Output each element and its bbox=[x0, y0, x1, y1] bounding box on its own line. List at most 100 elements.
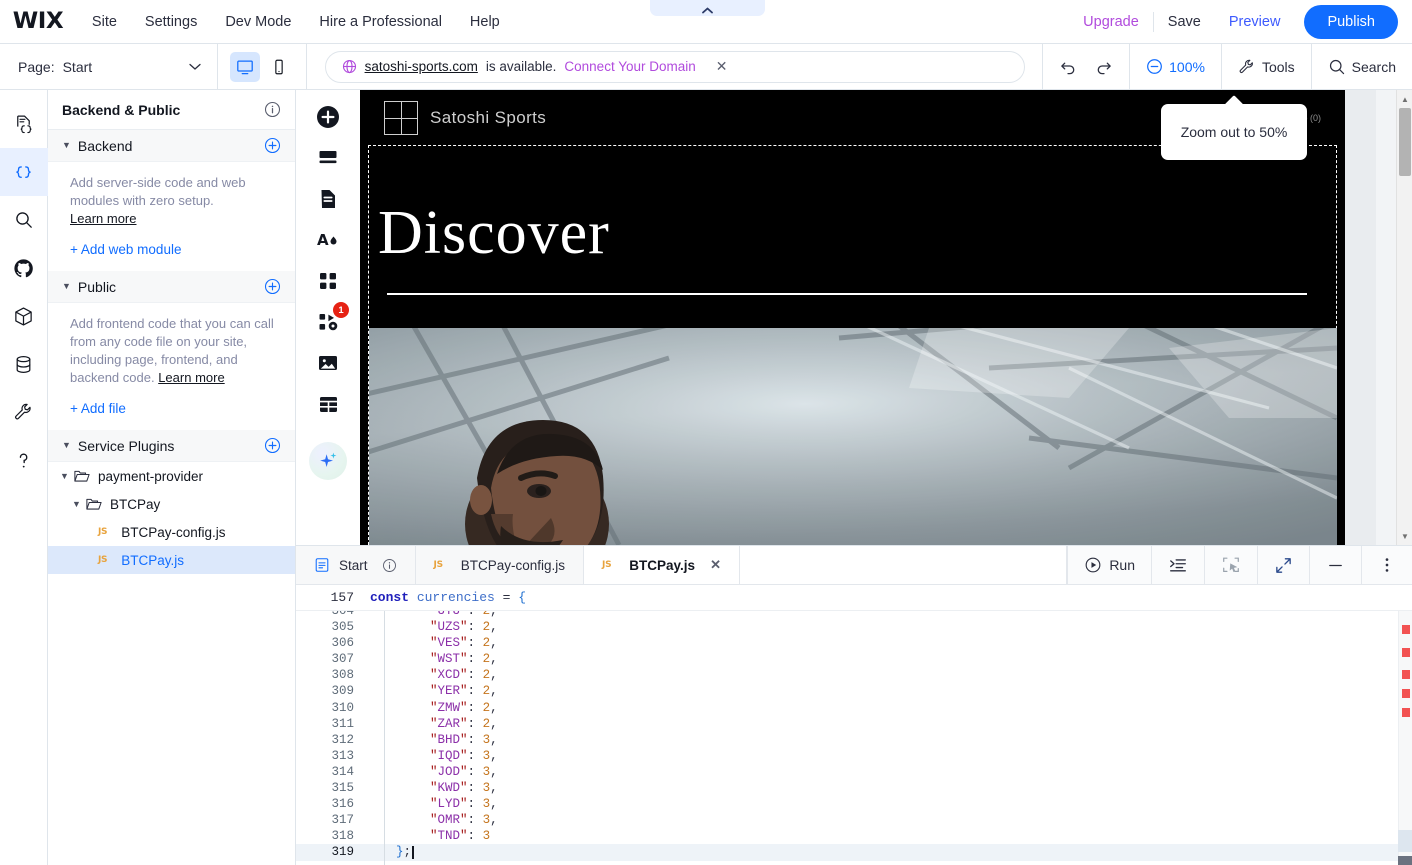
code-line[interactable]: 314"JOD": 3, bbox=[296, 764, 1412, 780]
undo-icon[interactable] bbox=[1059, 57, 1078, 76]
cms-button[interactable] bbox=[311, 387, 345, 421]
code-line[interactable]: 316"LYD": 3, bbox=[296, 796, 1412, 812]
nav-item-help[interactable]: Help bbox=[470, 14, 500, 30]
upgrade-button[interactable]: Upgrade bbox=[1069, 14, 1153, 30]
error-marker[interactable] bbox=[1402, 689, 1410, 698]
save-button[interactable]: Save bbox=[1154, 14, 1215, 30]
page-selector[interactable]: Page: Start bbox=[0, 44, 218, 90]
code-line[interactable]: 306"VES": 2, bbox=[296, 635, 1412, 651]
nav-item-hire-a-professional[interactable]: Hire a Professional bbox=[319, 14, 442, 30]
code-line[interactable]: 310"ZMW": 2, bbox=[296, 700, 1412, 716]
code-line[interactable]: 317"OMR": 3, bbox=[296, 812, 1412, 828]
info-icon[interactable] bbox=[264, 101, 281, 118]
code-line[interactable]: 305"UZS": 2, bbox=[296, 619, 1412, 635]
code-line[interactable]: 309"YER": 2, bbox=[296, 683, 1412, 699]
code-line[interactable]: 315"KWD": 3, bbox=[296, 780, 1412, 796]
code-line[interactable]: 318"TND": 3 bbox=[296, 828, 1412, 844]
section-header-public[interactable]: ▼ Public bbox=[48, 271, 295, 303]
add-backend-button[interactable] bbox=[264, 137, 281, 154]
error-marker[interactable] bbox=[1402, 648, 1410, 657]
error-marker[interactable] bbox=[1402, 708, 1410, 717]
section-header-service-plugins[interactable]: ▼ Service Plugins bbox=[48, 430, 295, 462]
scroll-up-icon[interactable]: ▲ bbox=[1397, 91, 1412, 107]
wix-logo[interactable]: WIX bbox=[13, 9, 63, 34]
hero-image[interactable] bbox=[369, 328, 1337, 545]
redo-icon[interactable] bbox=[1094, 57, 1113, 76]
format-code-button[interactable] bbox=[1151, 546, 1204, 584]
canvas-scroll-thumb[interactable] bbox=[1399, 108, 1411, 176]
code-content[interactable]: 304"UYU": 2,305"UZS": 2,306"VES": 2,307"… bbox=[296, 611, 1412, 865]
code-line[interactable]: 312"BHD": 3, bbox=[296, 732, 1412, 748]
editor-toolbar: Page: Start satoshi-sports.com is availa… bbox=[0, 44, 1412, 90]
add-file-link[interactable]: + Add file bbox=[70, 401, 277, 416]
code-text: "ZMW": 2, bbox=[384, 700, 498, 716]
error-marker[interactable] bbox=[1402, 625, 1410, 634]
domain-name[interactable]: satoshi-sports.com bbox=[365, 59, 478, 74]
tab-btcpay-config-js[interactable]: JS BTCPay-config.js bbox=[416, 546, 585, 584]
site-design-button[interactable]: A bbox=[311, 223, 345, 257]
desktop-view-button[interactable] bbox=[230, 52, 260, 82]
info-icon[interactable] bbox=[382, 558, 397, 573]
nav-item-dev-mode[interactable]: Dev Mode bbox=[225, 14, 291, 30]
add-element-button[interactable] bbox=[311, 100, 345, 134]
collapse-toolbar-pill[interactable] bbox=[650, 0, 765, 16]
expand-editor-button[interactable] bbox=[1257, 546, 1309, 584]
rail-item-database[interactable] bbox=[0, 340, 48, 388]
media-button[interactable] bbox=[311, 346, 345, 380]
line-number: 313 bbox=[296, 748, 370, 764]
overview-ruler[interactable] bbox=[1398, 611, 1412, 865]
rail-item-code-file[interactable] bbox=[0, 100, 48, 148]
tab-btcpay-js[interactable]: JS BTCPay.js ✕ bbox=[584, 546, 740, 584]
top-nav: Site Settings Dev Mode Hire a Profession… bbox=[92, 14, 500, 30]
mobile-view-button[interactable] bbox=[264, 52, 294, 82]
ai-assistant-button[interactable] bbox=[309, 442, 347, 480]
sections-button[interactable] bbox=[311, 141, 345, 175]
publish-button[interactable]: Publish bbox=[1304, 5, 1398, 39]
section-header-backend[interactable]: ▼ Backend bbox=[48, 130, 295, 162]
add-web-module-link[interactable]: + Add web module bbox=[70, 242, 277, 257]
site-canvas-area: A 1 Satoshi Sports bbox=[296, 90, 1412, 545]
rail-item-search[interactable] bbox=[0, 196, 48, 244]
code-text: "JOD": 3, bbox=[384, 764, 498, 780]
tab-start[interactable]: Start bbox=[296, 546, 416, 584]
error-marker[interactable] bbox=[1402, 670, 1410, 679]
add-public-button[interactable] bbox=[264, 278, 281, 295]
code-line[interactable]: 308"XCD": 2, bbox=[296, 667, 1412, 683]
pages-button[interactable] bbox=[311, 182, 345, 216]
rail-item-github[interactable] bbox=[0, 244, 48, 292]
rail-item-help[interactable] bbox=[0, 436, 48, 484]
elements-button[interactable] bbox=[311, 264, 345, 298]
backend-learn-more-link[interactable]: Learn more bbox=[70, 211, 136, 226]
tree-item-btcpay-js[interactable]: JS BTCPay.js bbox=[48, 546, 295, 574]
code-line[interactable]: 307"WST": 2, bbox=[296, 651, 1412, 667]
add-service-plugin-button[interactable] bbox=[264, 437, 281, 454]
close-tab-icon[interactable]: ✕ bbox=[710, 557, 721, 573]
public-learn-more-link[interactable]: Learn more bbox=[158, 370, 224, 385]
rail-item-tools[interactable] bbox=[0, 388, 48, 436]
nav-item-settings[interactable]: Settings bbox=[145, 14, 197, 30]
code-line[interactable]: 311"ZAR": 2, bbox=[296, 716, 1412, 732]
nav-item-site[interactable]: Site bbox=[92, 14, 117, 30]
close-icon[interactable]: ✕ bbox=[716, 58, 728, 75]
search-button[interactable]: Search bbox=[1311, 44, 1412, 90]
rail-item-code-panel[interactable] bbox=[0, 148, 48, 196]
hero-title[interactable]: Discover bbox=[378, 198, 610, 269]
code-line[interactable]: 304"UYU": 2, bbox=[296, 611, 1412, 619]
scroll-down-icon[interactable]: ▼ bbox=[1397, 528, 1412, 544]
code-line-current[interactable]: 319}; bbox=[296, 844, 1412, 860]
editor-more-options-button[interactable] bbox=[1361, 546, 1412, 584]
zoom-control[interactable]: 100% bbox=[1129, 44, 1221, 90]
connect-domain-link[interactable]: Connect Your Domain bbox=[564, 59, 695, 74]
tree-item-btcpay-folder[interactable]: ▼ BTCPay bbox=[48, 490, 295, 518]
tools-button[interactable]: Tools bbox=[1221, 44, 1311, 90]
rail-item-packages[interactable] bbox=[0, 292, 48, 340]
tree-item-payment-provider[interactable]: ▼ payment-provider bbox=[48, 462, 295, 490]
minimize-editor-button[interactable] bbox=[1309, 546, 1361, 584]
apps-button[interactable]: 1 bbox=[311, 305, 345, 339]
canvas-scrollbar[interactable]: ▲ ▼ bbox=[1396, 90, 1412, 545]
tree-item-btcpay-config-js[interactable]: JS BTCPay-config.js bbox=[48, 518, 295, 546]
select-element-button[interactable] bbox=[1204, 546, 1257, 584]
run-button[interactable]: Run bbox=[1067, 546, 1151, 584]
preview-button[interactable]: Preview bbox=[1215, 14, 1295, 30]
code-line[interactable]: 313"IQD": 3, bbox=[296, 748, 1412, 764]
